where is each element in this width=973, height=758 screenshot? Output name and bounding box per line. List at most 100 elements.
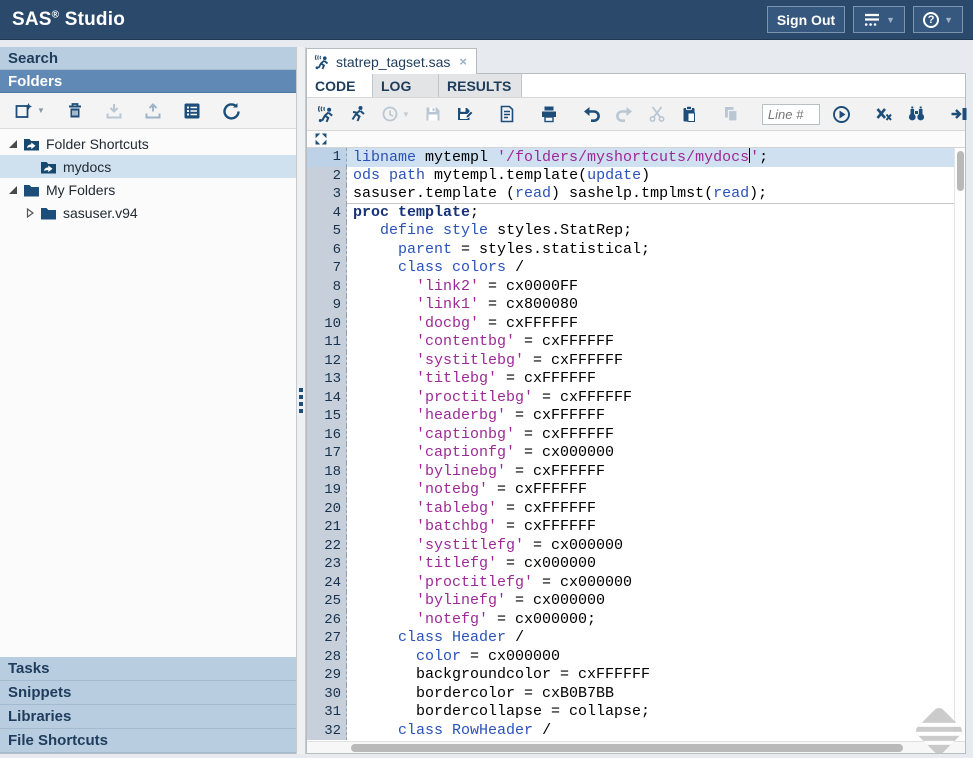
code-line[interactable]: 28 color = cx000000 xyxy=(307,648,965,667)
save-icon xyxy=(424,105,442,123)
find-replace-icon xyxy=(907,105,926,123)
save-button[interactable] xyxy=(422,103,444,125)
tree-item-mydocs[interactable]: mydocs xyxy=(0,155,296,178)
goto-line-button[interactable] xyxy=(830,103,853,126)
horizontal-scrollbar-thumb[interactable] xyxy=(351,744,903,752)
code-line[interactable]: 25 'bylinefg' = cx000000 xyxy=(307,592,965,611)
code-line[interactable]: 20 'tablebg' = cxFFFFFF xyxy=(307,500,965,519)
code-line[interactable]: 11 'contentbg' = cxFFFFFF xyxy=(307,333,965,352)
code-line[interactable]: 19 'notebg' = cxFFFFFF xyxy=(307,481,965,500)
code-line[interactable]: 32 class RowHeader / xyxy=(307,722,965,741)
submission-history-button[interactable]: ▼ xyxy=(379,103,412,125)
insert-button[interactable] xyxy=(948,103,970,125)
collapse-twisty-icon[interactable] xyxy=(7,184,19,196)
tree-item-my-folders[interactable]: My Folders xyxy=(0,178,296,201)
code-line[interactable]: 3sasuser.template (read) sashelp.tmplmst… xyxy=(307,185,965,204)
code-line[interactable]: 8 'link2' = cx0000FF xyxy=(307,278,965,297)
code-line[interactable]: 6 parent = styles.statistical; xyxy=(307,241,965,260)
expand-twisty-icon[interactable] xyxy=(24,207,36,219)
code-line[interactable]: 26 'notefg' = cx000000; xyxy=(307,611,965,630)
line-number: 14 xyxy=(307,389,347,408)
code-line[interactable]: 15 'headerbg' = cxFFFFFF xyxy=(307,407,965,426)
code-text: libname mytempl '/folders/myshortcuts/my… xyxy=(347,148,965,167)
paste-button[interactable] xyxy=(678,103,700,125)
file-shortcuts-section-header[interactable]: File Shortcuts xyxy=(0,729,296,753)
program-summary-button[interactable] xyxy=(496,103,518,125)
code-line[interactable]: 1libname mytempl '/folders/myshortcuts/m… xyxy=(307,148,965,167)
code-editor[interactable]: 1libname mytempl '/folders/myshortcuts/m… xyxy=(307,148,965,741)
close-tab-icon[interactable]: × xyxy=(459,54,467,69)
code-line[interactable]: 24 'proctitlefg' = cx000000 xyxy=(307,574,965,593)
clear-code-button[interactable] xyxy=(873,103,895,125)
tab-results[interactable]: RESULTS xyxy=(439,74,522,97)
code-line[interactable]: 14 'proctitlebg' = cxFFFFFF xyxy=(307,389,965,408)
code-line[interactable]: 16 'captionbg' = cxFFFFFF xyxy=(307,426,965,445)
folders-section-header[interactable]: Folders xyxy=(0,70,296,93)
code-line[interactable]: 17 'captionfg' = cx000000 xyxy=(307,444,965,463)
chevron-down-icon: ▼ xyxy=(944,15,953,25)
properties-button[interactable] xyxy=(181,100,203,122)
code-line[interactable]: 22 'systitlefg' = cx000000 xyxy=(307,537,965,556)
line-number-input[interactable] xyxy=(762,104,820,125)
hamburger-icon xyxy=(863,12,881,28)
line-number: 29 xyxy=(307,666,347,685)
code-line[interactable]: 13 'titlebg' = cxFFFFFF xyxy=(307,370,965,389)
undo-button[interactable] xyxy=(580,103,603,125)
code-line[interactable]: 30 bordercolor = cxB0B7BB xyxy=(307,685,965,704)
code-line[interactable]: 7 class colors / xyxy=(307,259,965,278)
code-line[interactable]: 2ods path mytempl.template(update) xyxy=(307,167,965,186)
find-replace-button[interactable] xyxy=(905,103,928,125)
search-section-header[interactable]: Search xyxy=(0,47,296,70)
run-button[interactable] xyxy=(347,103,369,125)
code-text: 'titlebg' = cxFFFFFF xyxy=(347,370,965,389)
code-line[interactable]: 27 class Header / xyxy=(307,629,965,648)
tab-log[interactable]: LOG xyxy=(373,74,439,97)
code-line[interactable]: 23 'titlefg' = cx000000 xyxy=(307,555,965,574)
print-button[interactable] xyxy=(538,103,560,125)
code-line[interactable]: 12 'systitlebg' = cxFFFFFF xyxy=(307,352,965,371)
code-text: ods path mytempl.template(update) xyxy=(347,167,965,186)
code-line[interactable]: 21 'batchbg' = cxFFFFFF xyxy=(307,518,965,537)
upload-button[interactable] xyxy=(142,100,164,122)
libraries-section-header[interactable]: Libraries xyxy=(0,705,296,729)
collapse-twisty-icon[interactable] xyxy=(7,138,19,150)
code-text: bordercollapse = collapse; xyxy=(347,703,965,722)
redo-button[interactable] xyxy=(613,103,636,125)
copy-icon xyxy=(722,105,740,123)
open-program-button[interactable] xyxy=(315,103,337,125)
vertical-scrollbar-thumb[interactable] xyxy=(957,151,964,191)
horizontal-scrollbar[interactable] xyxy=(307,741,965,753)
sidebar-splitter[interactable] xyxy=(296,47,306,754)
copy-button[interactable] xyxy=(720,103,742,125)
vertical-scrollbar[interactable] xyxy=(954,148,965,741)
left-sidebar: Search Folders ▼ Folder Shortcuts xyxy=(0,47,296,754)
delete-button[interactable] xyxy=(64,100,86,122)
sas-program-icon xyxy=(317,105,335,123)
sign-out-button[interactable]: Sign Out xyxy=(767,6,845,33)
cut-button[interactable] xyxy=(646,103,668,125)
code-line[interactable]: 4proc template; xyxy=(307,204,965,223)
help-menu-button[interactable]: ?▼ xyxy=(913,6,963,33)
code-line[interactable]: 29 backgroundcolor = cxFFFFFF xyxy=(307,666,965,685)
tree-item-folder-shortcuts[interactable]: Folder Shortcuts xyxy=(0,132,296,155)
snippets-section-header[interactable]: Snippets xyxy=(0,681,296,705)
help-icon: ? xyxy=(923,12,939,28)
undo-icon xyxy=(582,105,601,123)
tree-item-label: Folder Shortcuts xyxy=(46,136,149,152)
tab-code[interactable]: CODE xyxy=(307,74,373,97)
code-line[interactable]: 31 bordercollapse = collapse; xyxy=(307,703,965,722)
expand-editor-button[interactable] xyxy=(314,132,328,146)
code-line[interactable]: 10 'docbg' = cxFFFFFF xyxy=(307,315,965,334)
tree-item-sasuser-v94[interactable]: sasuser.v94 xyxy=(0,201,296,224)
save-as-button[interactable] xyxy=(454,103,476,125)
new-item-button[interactable]: ▼ xyxy=(13,100,47,122)
tasks-section-header[interactable]: Tasks xyxy=(0,657,296,681)
document-tab[interactable]: statrep_tagset.sas × xyxy=(306,48,477,74)
code-line[interactable]: 5 define style styles.StatRep; xyxy=(307,222,965,241)
code-line[interactable]: 18 'bylinebg' = cxFFFFFF xyxy=(307,463,965,482)
code-line[interactable]: 9 'link1' = cx800080 xyxy=(307,296,965,315)
refresh-button[interactable] xyxy=(220,100,242,122)
line-number: 4 xyxy=(307,204,347,223)
application-menu-button[interactable]: ▼ xyxy=(853,6,905,33)
download-button[interactable] xyxy=(103,100,125,122)
